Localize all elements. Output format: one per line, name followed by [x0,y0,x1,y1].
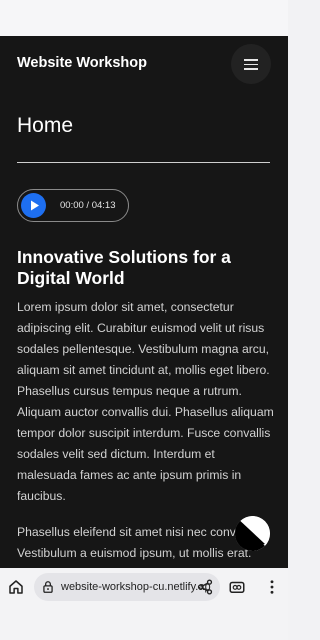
site-title[interactable]: Website Workshop [17,55,147,71]
time-separator: / [86,200,90,211]
navigation-bar-area [0,606,288,640]
time-display: 00:00 / 04:13 [60,200,115,211]
menu-button[interactable] [231,44,271,84]
play-button[interactable] [21,193,46,218]
contrast-toggle-button[interactable] [235,516,270,551]
audio-player: 00:00 / 04:13 [17,189,129,222]
url-text: website-workshop-cu.netlify.app [61,581,211,593]
address-bar[interactable]: website-workshop-cu.netlify.app [34,573,220,601]
home-icon[interactable] [7,578,25,596]
current-time: 00:00 [60,200,84,211]
menu-icon [244,59,258,61]
menu-icon-line [244,68,258,70]
duration: 04:13 [91,200,116,211]
divider [17,162,270,163]
tabs-icon[interactable] [228,578,246,596]
page-title: Home [17,114,74,137]
menu-icon-line [244,63,258,65]
contrast-icon [235,516,270,551]
share-icon[interactable] [196,578,214,596]
more-vert-icon[interactable] [263,578,281,596]
play-icon [31,200,39,211]
article-paragraph: Lorem ipsum dolor sit amet, consectetur … [17,300,274,503]
browser-toolbar: website-workshop-cu.netlify.app [0,568,288,606]
section-heading: Innovative Solutions for a Digital World [17,247,231,288]
lock-icon [43,581,53,593]
web-page: Website Workshop Home 00:00 / 04:13 Inno… [0,36,288,568]
status-bar [0,0,288,36]
